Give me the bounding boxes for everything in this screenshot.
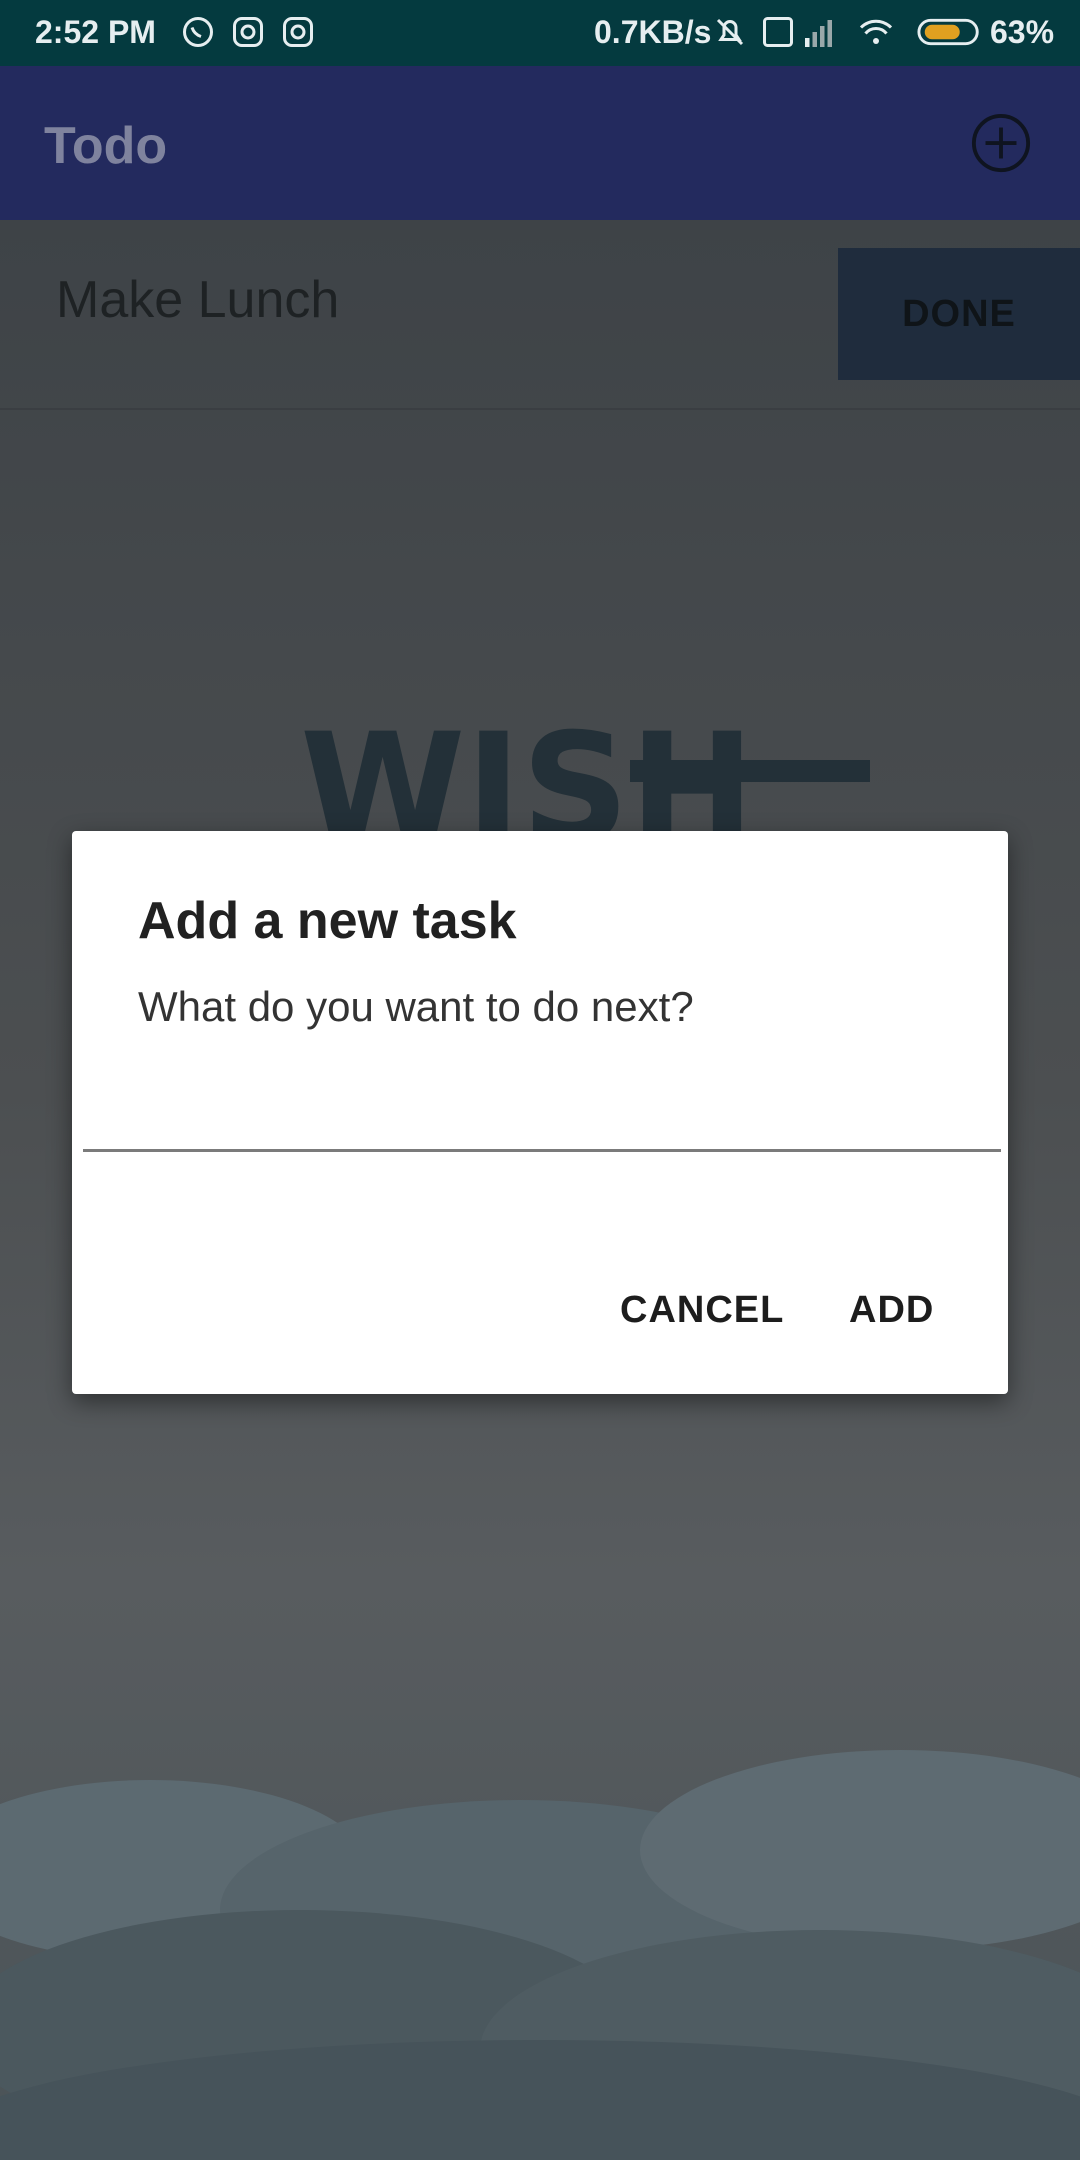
add-circle-icon[interactable] xyxy=(970,112,1032,174)
status-time: 2:52 PM xyxy=(35,14,156,50)
wifi-icon xyxy=(859,19,893,44)
add-task-dialog: Add a new task What do you want to do ne… xyxy=(72,831,1008,1394)
instagram-icon xyxy=(283,17,313,47)
battery-percent: 63% xyxy=(990,14,1055,50)
wish-art: WISH xyxy=(300,702,870,850)
task-input[interactable] xyxy=(83,1067,1001,1152)
whatsapp-icon xyxy=(183,17,213,47)
dialog-message: What do you want to do next? xyxy=(138,983,694,1030)
instagram-icon xyxy=(233,17,263,47)
clouds-image xyxy=(0,1750,1080,2160)
dialog-title: Add a new task xyxy=(138,892,517,950)
app-bar: Todo xyxy=(0,66,1080,220)
task-label: Make Lunch xyxy=(56,271,340,329)
net-speed: 0.7KB/s xyxy=(594,14,712,50)
status-bar: 2:52 PM 0.7KB/s 63% xyxy=(0,0,1080,66)
list-item: Make Lunch DONE xyxy=(0,220,1080,410)
add-button[interactable]: ADD xyxy=(849,1289,934,1332)
mute-icon xyxy=(716,18,744,46)
volte-icon xyxy=(763,17,793,47)
app-title: Todo xyxy=(44,117,168,175)
signal-icon xyxy=(805,20,832,47)
done-button[interactable]: DONE xyxy=(838,248,1080,380)
battery-icon xyxy=(917,18,979,46)
cancel-button[interactable]: CANCEL xyxy=(620,1289,784,1332)
